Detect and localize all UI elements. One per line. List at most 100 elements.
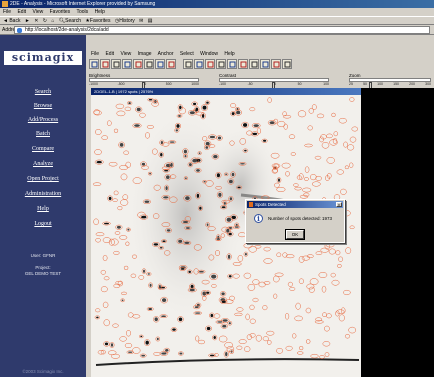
gel-spot: [178, 239, 183, 243]
nav-analyze[interactable]: Analyze: [0, 161, 86, 167]
gel-spot: [159, 284, 161, 289]
nav-add-process[interactable]: Add/Process: [0, 117, 86, 123]
gel-spot: [228, 275, 232, 278]
app-menu-anchor[interactable]: Anchor: [158, 51, 174, 57]
open-icon[interactable]: [89, 59, 99, 69]
menu-view[interactable]: View: [32, 9, 43, 15]
settings-icon[interactable]: [260, 59, 270, 69]
menu-help[interactable]: Help: [95, 9, 105, 15]
contrast-tick: -50: [247, 82, 253, 86]
gel-spot: [140, 335, 143, 338]
save-icon[interactable]: [100, 59, 110, 69]
refresh-icon[interactable]: ↻: [43, 17, 47, 25]
annotate-icon[interactable]: [238, 59, 248, 69]
anchor-icon[interactable]: [166, 59, 176, 69]
nav-compare[interactable]: Compare: [0, 146, 86, 152]
gel-spot: [144, 200, 150, 203]
app-menu-help[interactable]: Help: [224, 51, 234, 57]
measure-icon[interactable]: [216, 59, 226, 69]
gel-spot: [172, 328, 176, 331]
nav-help[interactable]: Help: [0, 206, 86, 212]
brightness-tick: -500: [117, 82, 125, 86]
zoom-in-icon[interactable]: [111, 59, 121, 69]
scimagix-logo: scimagix: [4, 51, 82, 65]
gel-spot: [104, 222, 109, 225]
gel-spot: [165, 186, 168, 191]
export-icon[interactable]: [249, 59, 259, 69]
gel-spot: [160, 141, 163, 145]
forward-button[interactable]: ►: [25, 17, 30, 25]
dialog-close-button[interactable]: x: [336, 202, 342, 207]
grid-icon[interactable]: [282, 59, 292, 69]
zoom-tick: 100: [377, 82, 383, 86]
crop-icon[interactable]: [133, 59, 143, 69]
dialog-title: Spots Detected: [255, 202, 286, 207]
gel-spot: [278, 178, 280, 182]
gel-spot: [121, 299, 124, 302]
contrast-tick: 100: [323, 82, 329, 86]
gel-spot: [202, 291, 207, 296]
gel-spot: [218, 192, 222, 197]
app-menu-file[interactable]: File: [91, 51, 99, 57]
app-menu-select[interactable]: Select: [180, 51, 194, 57]
gel-analysis-applet: File Edit View Image Anchor Select Windo…: [86, 35, 434, 377]
home-icon[interactable]: ⌂: [51, 17, 54, 25]
nav-batch[interactable]: Batch: [0, 131, 86, 137]
gel-spot: [184, 155, 187, 158]
gel-spot: [195, 312, 201, 314]
pan-icon[interactable]: [194, 59, 204, 69]
menu-tools[interactable]: Tools: [76, 9, 88, 15]
histogram-icon[interactable]: [227, 59, 237, 69]
app-menu-edit[interactable]: Edit: [105, 51, 114, 57]
gel-spot: [162, 240, 166, 242]
nav-search[interactable]: Search: [0, 89, 86, 95]
nav-open-project[interactable]: Open Project: [0, 176, 86, 182]
spot-detect-icon[interactable]: [155, 59, 165, 69]
menu-edit[interactable]: Edit: [17, 9, 26, 15]
mail-icon[interactable]: ✉: [139, 17, 143, 25]
sidebar: scimagix Search Browse Add/Process Batch…: [0, 35, 86, 377]
gel-spot: [110, 343, 114, 347]
gel-spot: [165, 163, 172, 168]
gel-spot: [175, 129, 178, 132]
back-button[interactable]: ◄ Back: [3, 17, 20, 25]
app-menu-image[interactable]: Image: [138, 51, 152, 57]
gel-spot: [231, 112, 235, 116]
match-icon[interactable]: [205, 59, 215, 69]
search-button[interactable]: 🔍︎Search: [59, 17, 81, 25]
gel-spot: [194, 306, 199, 308]
gel-spot: [141, 162, 146, 166]
history-button[interactable]: ◷History: [115, 17, 135, 25]
print-icon[interactable]: ▤: [148, 17, 153, 25]
stop-icon[interactable]: ✕: [34, 17, 38, 25]
gel-spot: [161, 352, 167, 355]
contrast-tick: -100: [219, 82, 227, 86]
gel-spot: [244, 252, 247, 256]
gel-spot: [159, 247, 163, 249]
address-url: http://localhost/2de-analysis/2dca/add: [25, 27, 109, 33]
address-field[interactable]: http://localhost/2de-analysis/2dca/add: [14, 26, 430, 34]
app-menu-view[interactable]: View: [120, 51, 131, 57]
ok-button[interactable]: OK: [285, 229, 305, 240]
app-menu-window[interactable]: Window: [200, 51, 218, 57]
select-icon[interactable]: [183, 59, 193, 69]
gel-spot: [127, 228, 130, 231]
nav-administration[interactable]: Administration: [0, 191, 86, 197]
properties-icon[interactable]: [271, 59, 281, 69]
favorites-button[interactable]: ★Favorites: [85, 17, 110, 25]
image-window-title: 2DGEL-1-B | 1972 spots | 2576%: [91, 88, 361, 95]
menu-favorites[interactable]: Favorites: [50, 9, 71, 15]
gel-spot: [179, 105, 182, 110]
gel-spot: [206, 101, 209, 104]
copyright: ©2003 Scimagix Inc.: [22, 369, 64, 374]
gel-spot: [161, 315, 166, 317]
nav-logout[interactable]: Logout: [0, 221, 86, 227]
nav-browse[interactable]: Browse: [0, 103, 86, 109]
gel-spot: [178, 317, 183, 322]
gel-spot: [229, 197, 233, 201]
back-label: Back: [9, 18, 21, 24]
zoom-tick: 200: [409, 82, 415, 86]
rotate-icon[interactable]: [144, 59, 154, 69]
menu-file[interactable]: File: [3, 9, 11, 15]
zoom-out-icon[interactable]: [122, 59, 132, 69]
